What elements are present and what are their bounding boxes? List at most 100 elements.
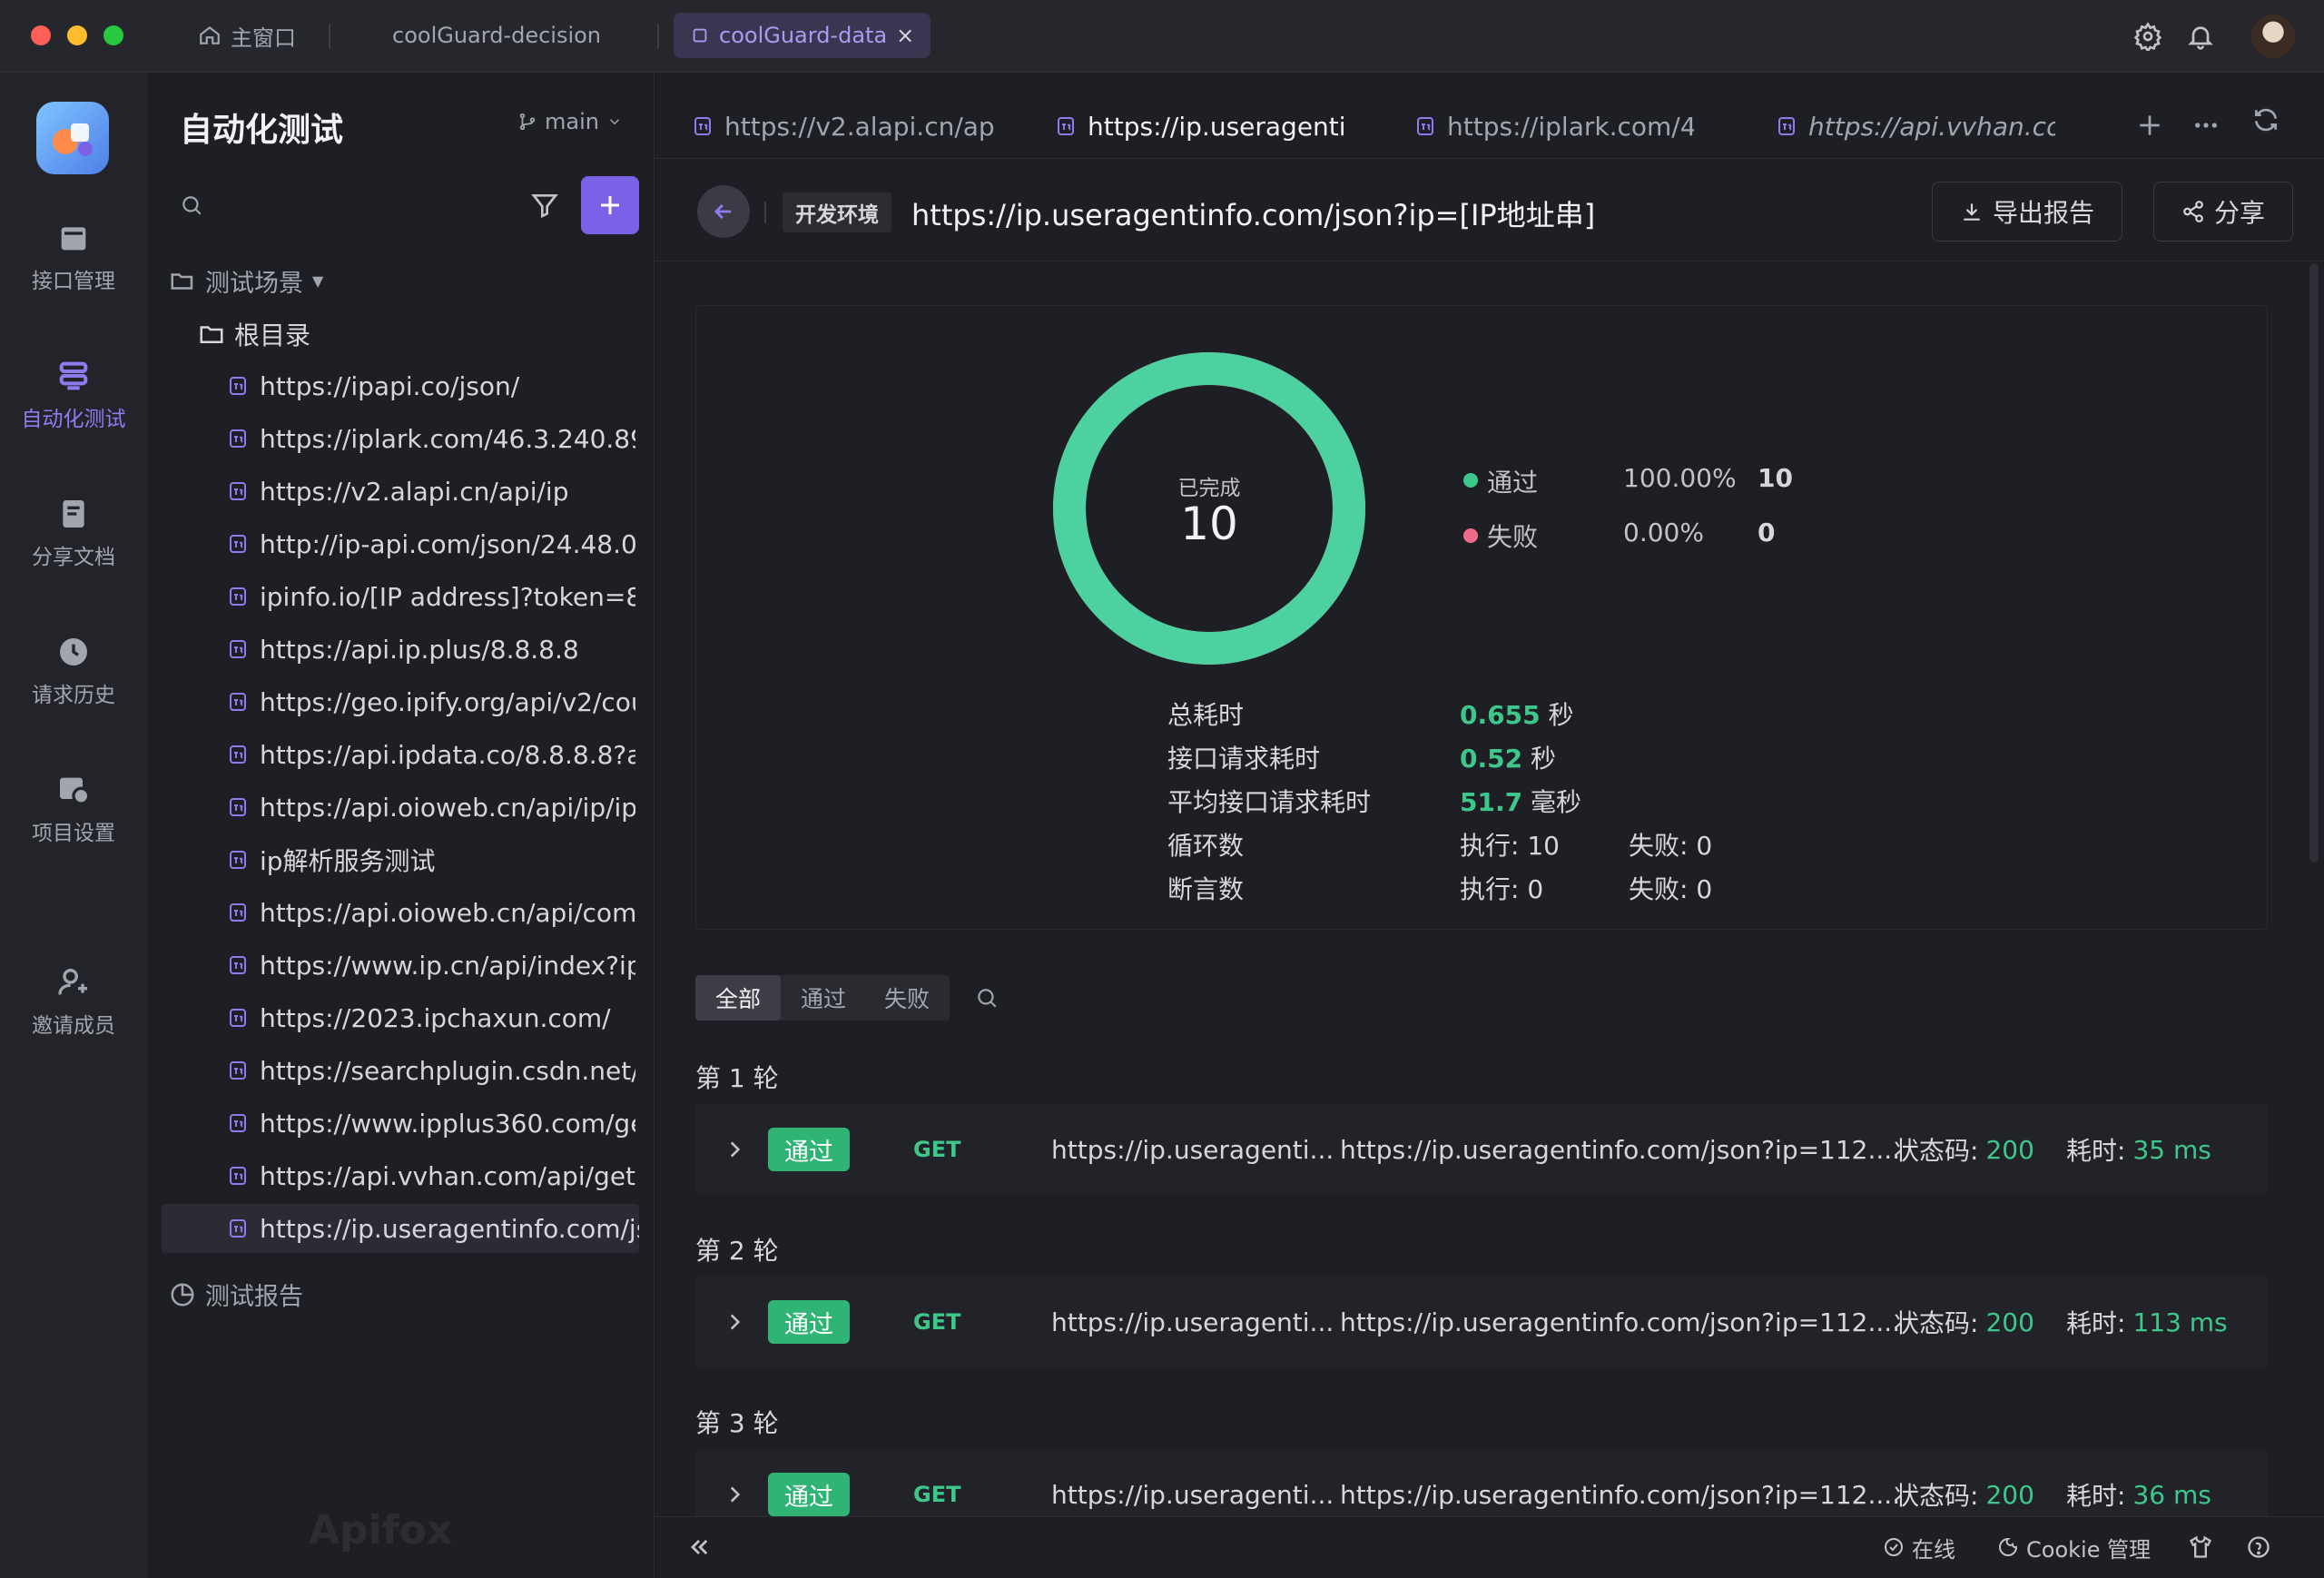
env-badge[interactable]: 开发环境 xyxy=(783,192,891,232)
shirt-icon[interactable] xyxy=(2188,1534,2213,1560)
round-title: 第 1 轮 xyxy=(695,1063,779,1093)
collapse-double-chevron-icon[interactable] xyxy=(686,1534,712,1560)
search-icon xyxy=(182,196,202,215)
avg-time-unit: 毫秒 xyxy=(1531,787,1582,817)
maximize-window-button[interactable] xyxy=(103,25,123,45)
request-tab-1[interactable]: https://v2.alapi.cn/ap xyxy=(672,94,1035,158)
share-icon xyxy=(2183,201,2203,222)
ts-file-icon xyxy=(230,851,246,869)
rail-label: 项目设置 xyxy=(32,822,115,845)
window-tab-decision[interactable]: coolGuard-decision xyxy=(376,13,617,58)
tree-item-label: https://iplark.com/46.3.240.89 xyxy=(260,423,635,454)
fail-label: 失败 xyxy=(1487,522,1539,552)
scenario-section[interactable]: 测试场景 ▼ xyxy=(169,263,323,299)
refresh-icon[interactable] xyxy=(2251,105,2280,134)
title-bar: 主窗口 coolGuard-decision coolGuard-data × xyxy=(0,0,2324,73)
share-doc-icon xyxy=(63,500,84,528)
tree-item[interactable]: https://api.oioweb.cn/api/comm xyxy=(227,888,635,937)
tree-item[interactable]: https://2023.ipchaxun.com/ xyxy=(227,993,635,1042)
request-tab-label: https://ip.useragenti xyxy=(1088,111,1346,142)
req-time-number: 0.52 xyxy=(1460,744,1523,774)
filter-pass[interactable]: 通过 xyxy=(781,975,866,1021)
avatar[interactable] xyxy=(2251,15,2295,58)
request-url: https://ip.useragentinfo.com/json?ip=112… xyxy=(1340,1134,1901,1165)
ts-file-icon xyxy=(230,1114,246,1132)
rail-item-invite[interactable]: 邀请成员 xyxy=(0,964,147,1039)
rail-item-history[interactable]: 请求历史 xyxy=(0,634,147,708)
duration-value: 113 ms xyxy=(2132,1307,2228,1337)
tree-item[interactable]: https://geo.ipify.org/api/v2/cour xyxy=(227,677,635,726)
avg-time-value: 51.7 毫秒 xyxy=(1460,783,1581,819)
minimize-window-button[interactable] xyxy=(67,25,87,45)
tree-item-label: https://v2.alapi.cn/api/ip xyxy=(260,476,569,507)
window-tab-data[interactable]: coolGuard-data × xyxy=(674,13,931,58)
download-icon xyxy=(1964,203,1980,221)
request-url: https://ip.useragentinfo.com/json?ip=112… xyxy=(1340,1307,1901,1337)
back-button[interactable] xyxy=(697,185,750,238)
search-icon[interactable] xyxy=(975,986,999,1010)
filter-all[interactable]: 全部 xyxy=(695,975,781,1021)
share-button[interactable]: 分享 xyxy=(2153,182,2293,242)
assert-exec: 执行: 0 xyxy=(1460,874,1544,904)
tree-item[interactable]: https://iplark.com/46.3.240.89 xyxy=(227,414,635,463)
request-tab-2[interactable]: https://ip.useragenti xyxy=(1035,94,1389,158)
close-tab-icon[interactable]: × xyxy=(896,23,914,48)
search-input[interactable] xyxy=(167,176,508,234)
caret-down-icon: ▼ xyxy=(312,272,324,290)
assert-fail: 失败: 0 xyxy=(1629,874,1713,904)
request-tab-3[interactable]: https://iplark.com/46 xyxy=(1394,94,1694,158)
branch-selector[interactable]: main xyxy=(517,109,623,134)
rail-item-automation[interactable]: 自动化测试 xyxy=(0,358,147,432)
tree-item[interactable]: http://ip-api.com/json/24.48.0.1 xyxy=(227,519,635,568)
add-button[interactable] xyxy=(581,176,639,234)
tree-item[interactable]: https://www.ip.cn/api/index?ip& xyxy=(227,941,635,990)
settings-icon xyxy=(60,777,91,805)
tree-item[interactable]: https://v2.alapi.cn/api/ip xyxy=(227,467,635,516)
cookie-manager[interactable]: Cookie 管理 xyxy=(1997,1527,2151,1567)
chevron-right-icon[interactable] xyxy=(723,1104,746,1195)
request-tab-4[interactable]: https://api.vvhan.cor xyxy=(1756,94,2055,158)
filter-icon[interactable] xyxy=(530,191,559,220)
check-circle-icon xyxy=(1885,1538,1903,1556)
tree-item-label: https://www.ip.cn/api/index?ip& xyxy=(260,950,635,981)
bell-icon[interactable] xyxy=(2186,22,2215,51)
help-icon[interactable] xyxy=(2246,1534,2271,1560)
status-code-label: 状态码: xyxy=(1894,1481,1979,1511)
pie-chart-icon xyxy=(171,1283,194,1306)
report-section[interactable]: 测试报告 xyxy=(169,1277,303,1312)
tree-item[interactable]: https://ipapi.co/json/ xyxy=(227,361,635,410)
tree-item[interactable]: https://www.ipplus360.com/get xyxy=(227,1099,635,1148)
rail-item-share-doc[interactable]: 分享文档 xyxy=(0,496,147,570)
loop-label: 循环数 xyxy=(1167,831,1245,861)
tree-item[interactable]: ip解析服务测试 xyxy=(227,835,635,884)
chevron-right-icon[interactable] xyxy=(723,1277,746,1367)
pass-legend-dot xyxy=(1463,473,1478,488)
home-window-tab[interactable]: 主窗口 xyxy=(182,13,312,58)
new-tab-plus-icon[interactable] xyxy=(2135,111,2164,140)
tree-item[interactable]: https://searchplugin.csdn.net/ap xyxy=(227,1046,635,1095)
close-window-button[interactable] xyxy=(31,25,51,45)
tree-item[interactable]: https://api.ipdata.co/8.8.8.8?ap xyxy=(227,730,635,779)
tree-item[interactable]: ipinfo.io/[IP address]?token=82 xyxy=(227,572,635,621)
req-time-label: 接口请求耗时 xyxy=(1167,744,1321,774)
more-icon[interactable] xyxy=(2191,111,2221,140)
section-label: 测试场景 xyxy=(205,270,303,298)
result-row[interactable]: 通过 GET https://ip.useragenti... https://ip.… xyxy=(695,1104,2268,1195)
rail-item-settings[interactable]: 项目设置 xyxy=(0,772,147,846)
result-row[interactable]: 通过 GET https://ip.useragenti... https://ip.… xyxy=(695,1277,2268,1367)
scrollbar[interactable] xyxy=(2309,263,2319,863)
sidebar-title: 自动化测试 xyxy=(180,112,344,149)
round-title: 第 3 轮 xyxy=(695,1408,779,1438)
export-report-button[interactable]: 导出报告 xyxy=(1932,182,2122,242)
root-folder[interactable]: 根目录 xyxy=(198,316,310,352)
gear-icon[interactable] xyxy=(2133,22,2162,51)
tree-item[interactable]: https://api.ip.plus/8.8.8.8 xyxy=(227,625,635,674)
tree-item[interactable]: https://api.oioweb.cn/api/ip/ipac xyxy=(227,783,635,832)
ts-file-icon xyxy=(230,640,246,658)
online-status[interactable]: 在线 xyxy=(1883,1527,1955,1567)
rail-item-api[interactable]: 接口管理 xyxy=(0,220,147,294)
tree-item[interactable]: https://ip.useragentinfo.com/jso xyxy=(162,1204,639,1253)
tree-item[interactable]: https://api.vvhan.com/api/getIpI xyxy=(227,1151,635,1200)
request-url: https://ip.useragentinfo.com/json?ip=[IP… xyxy=(911,198,1596,232)
filter-fail[interactable]: 失败 xyxy=(864,975,950,1021)
